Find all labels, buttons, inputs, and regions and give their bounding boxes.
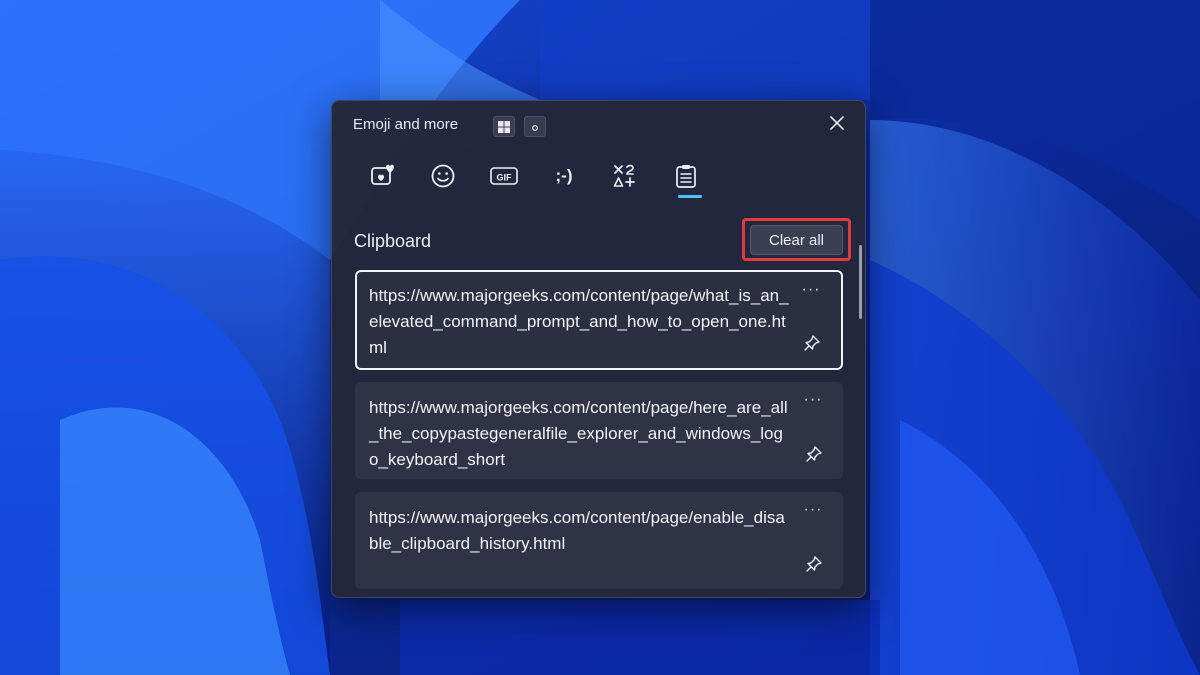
tab-kaomoji[interactable]: ;-)	[541, 158, 587, 194]
clipboard-item-text: https://www.majorgeeks.com/content/page/…	[369, 286, 789, 357]
small-circle-icon[interactable]	[524, 116, 546, 137]
clipboard-icon	[676, 165, 696, 188]
more-options-button[interactable]: ···	[801, 391, 825, 408]
windows-logo-icon[interactable]	[493, 116, 515, 137]
tab-clipboard[interactable]	[663, 158, 709, 194]
pin-icon	[804, 335, 820, 351]
clipboard-item[interactable]: https://www.majorgeeks.com/content/page/…	[355, 270, 843, 370]
active-tab-indicator	[678, 195, 702, 198]
gif-icon: GIF	[490, 167, 518, 185]
more-icon: ···	[803, 391, 823, 408]
clipboard-item-text: https://www.majorgeeks.com/content/page/…	[369, 398, 788, 469]
symbols-icon	[613, 164, 635, 187]
pin-icon	[806, 446, 822, 462]
kaomoji-icon: ;-)	[555, 166, 573, 185]
pin-button[interactable]	[801, 332, 823, 354]
more-options-button[interactable]: ···	[801, 501, 825, 518]
scrollbar-thumb[interactable]	[859, 245, 862, 319]
tab-emoji[interactable]	[420, 158, 466, 194]
emoji-panel: Emoji and more GIF ;-) Clipboard Clear a…	[331, 100, 866, 598]
clipboard-item-text: https://www.majorgeeks.com/content/page/…	[369, 508, 785, 553]
clipboard-item[interactable]: https://www.majorgeeks.com/content/page/…	[355, 492, 843, 589]
close-icon	[830, 116, 844, 130]
tab-gif[interactable]: GIF	[481, 158, 527, 194]
pin-button[interactable]	[803, 443, 825, 465]
panel-title: Emoji and more	[353, 116, 459, 133]
pin-icon	[806, 556, 822, 572]
gif-label: GIF	[497, 173, 513, 183]
pin-button[interactable]	[803, 553, 825, 575]
clipboard-title: Clipboard	[354, 231, 432, 251]
more-icon: ···	[801, 281, 821, 298]
more-icon: ···	[803, 501, 823, 518]
clipboard-item[interactable]: https://www.majorgeeks.com/content/page/…	[355, 382, 843, 479]
emoji-smiley-icon	[431, 164, 455, 188]
tab-symbols[interactable]	[602, 158, 648, 194]
tab-favorites[interactable]	[360, 158, 406, 194]
clear-all-button[interactable]: Clear all	[750, 225, 843, 255]
favorites-heart-icon	[371, 164, 394, 185]
close-button[interactable]	[825, 111, 849, 135]
more-options-button[interactable]: ···	[799, 281, 823, 298]
